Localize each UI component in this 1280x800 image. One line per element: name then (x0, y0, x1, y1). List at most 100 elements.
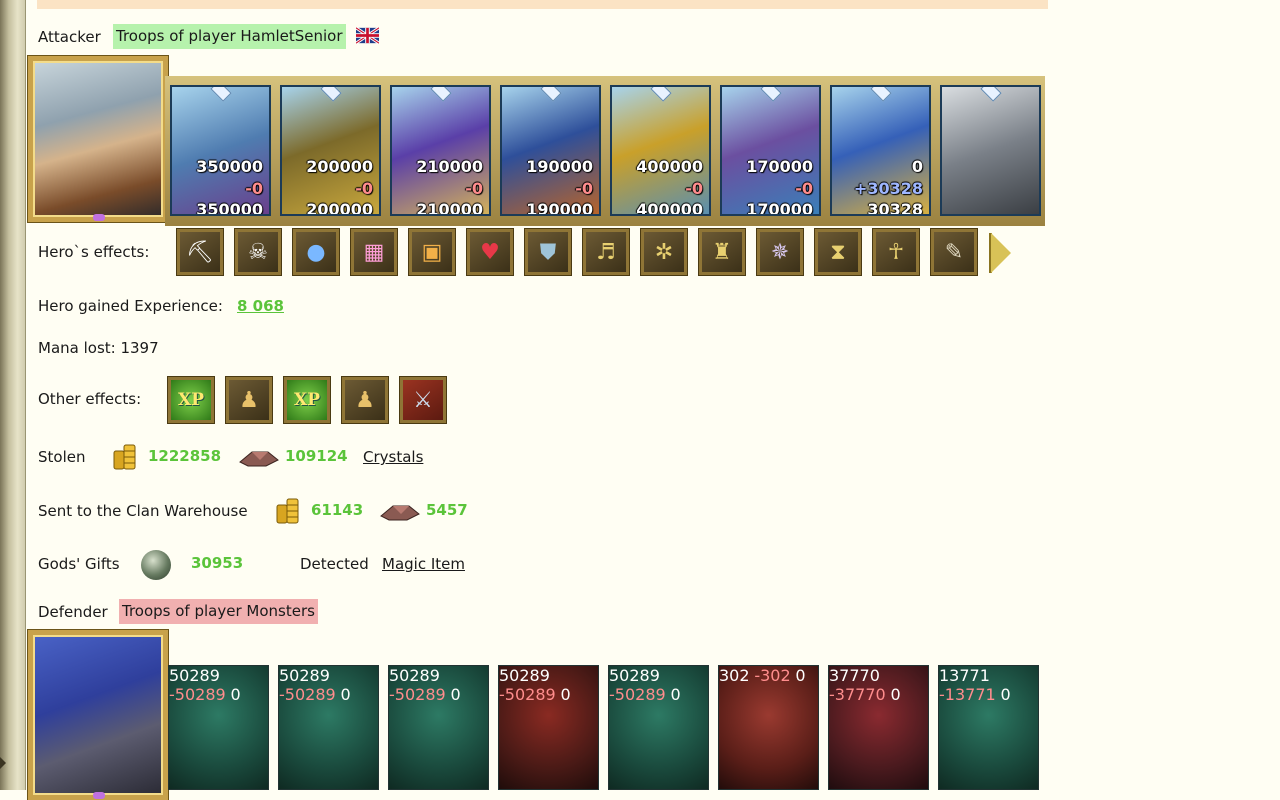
xp-boost-icon[interactable]: XP (167, 376, 215, 424)
golden-harp-icon[interactable]: ♬ (582, 228, 630, 276)
unit-count-after: 0 (795, 666, 806, 685)
attacker-unit-4[interactable]: 190000 -0 190000 (500, 85, 601, 216)
crest-icon (980, 87, 1002, 102)
blue-orb-icon[interactable]: ● (292, 228, 340, 276)
magic-item-link[interactable]: Magic Item (382, 555, 465, 573)
experience-label: Hero gained Experience: (38, 297, 223, 315)
defender-unit-3[interactable]: 50289 -50289 0 (388, 665, 489, 790)
shield-icon[interactable]: ⛊ (524, 228, 572, 276)
crest-icon (540, 87, 562, 102)
unit-count-before: 50289 (169, 666, 220, 685)
scroll-icon[interactable]: ✎ (930, 228, 978, 276)
unit-count-after: 0 (230, 685, 241, 704)
unit-count-lost: -50289 (279, 685, 336, 704)
unit-count-lost: -302 (754, 666, 791, 685)
unit-count-lost: -50289 (499, 685, 556, 704)
unit-count-before: 50289 (609, 666, 660, 685)
attacker-unit-6[interactable]: 170000 -0 170000 (720, 85, 821, 216)
defender-unit-4[interactable]: 50289 -50289 0 (498, 665, 599, 790)
hero-effects-label: Hero`s effects: (38, 243, 150, 261)
gold-icon (113, 444, 136, 470)
crystals-link[interactable]: Crystals (363, 448, 423, 466)
crest-icon (430, 87, 452, 102)
unit-count-after: 210000 (416, 200, 483, 216)
gold-bag-icon[interactable]: ♟ (341, 376, 389, 424)
unit-count-before: 200000 (306, 157, 373, 176)
spider-amulet-icon[interactable]: ✲ (640, 228, 688, 276)
left-frame (0, 0, 25, 790)
defender-unit-6[interactable]: 302 -302 0 (718, 665, 819, 790)
attacker-unit-1[interactable]: 350000 -0 350000 (170, 85, 271, 216)
unit-count-before: 37770 (829, 666, 880, 685)
wings-icon[interactable]: ✵ (756, 228, 804, 276)
other-effects-label: Other effects: (38, 390, 142, 408)
unit-count-after: 30328 (867, 200, 923, 216)
clan-gold-value: 61143 (311, 501, 364, 519)
unit-count-lost: -50289 (169, 685, 226, 704)
attacker-unit-2[interactable]: 200000 -0 200000 (280, 85, 381, 216)
unit-count-before: 50289 (279, 666, 330, 685)
attacker-unit-5[interactable]: 400000 -0 400000 (610, 85, 711, 216)
attacker-unit-3[interactable]: 210000 -0 210000 (390, 85, 491, 216)
unit-count-lost: -0 (795, 179, 813, 198)
unit-count-after: 200000 (306, 200, 373, 216)
xp-boost-icon[interactable]: XP (283, 376, 331, 424)
unit-count-lost: -13771 (939, 685, 996, 704)
defender-hero-portrait[interactable] (27, 629, 169, 800)
xp-text: XP (178, 390, 204, 410)
gold-cart-icon[interactable]: ⛏ (176, 228, 224, 276)
ankh-icon[interactable]: ☥ (872, 228, 920, 276)
defender-unit-2[interactable]: 50289 -50289 0 (278, 665, 379, 790)
skull-armor-icon[interactable]: ☠ (234, 228, 282, 276)
heart-icon[interactable]: ♥ (466, 228, 514, 276)
unit-count-before: 13771 (939, 666, 990, 685)
xp-text: XP (294, 390, 320, 410)
defender-unit-8[interactable]: 13771 -13771 0 (938, 665, 1039, 790)
crest-icon (760, 87, 782, 102)
next-arrow-icon[interactable] (991, 233, 1011, 273)
defender-troops-label[interactable]: Troops of player Monsters (119, 599, 318, 624)
unit-count-after: 170000 (746, 200, 813, 216)
attacker-hero-portrait[interactable] (27, 55, 169, 223)
unit-count-gained: +30328 (853, 179, 923, 198)
resize-arrow-icon[interactable] (0, 757, 6, 769)
defender-label: Defender (38, 603, 108, 621)
clan-warehouse-label: Sent to the Clan Warehouse (38, 502, 248, 520)
crystal-icon (239, 451, 279, 467)
gold-bag-icon[interactable]: ♟ (225, 376, 273, 424)
attacker-troops-label[interactable]: Troops of player HamletSenior (113, 24, 346, 49)
attacker-unit-7[interactable]: 0 +30328 30328 (830, 85, 931, 216)
unit-count-after: 350000 (196, 200, 263, 216)
crest-icon (870, 87, 892, 102)
unit-count-after: 0 (560, 685, 571, 704)
unit-count-after: 0 (1000, 685, 1011, 704)
hourglass-icon[interactable]: ⧗ (814, 228, 862, 276)
pink-chest-icon[interactable]: ▦ (350, 228, 398, 276)
defender-unit-1[interactable]: 50289 -50289 0 (168, 665, 269, 790)
unit-count-after: 0 (450, 685, 461, 704)
crystal-icon (380, 505, 420, 521)
treasure-chest-icon[interactable]: ▣ (408, 228, 456, 276)
unit-count-before: 50289 (389, 666, 440, 685)
unit-count-lost: -50289 (609, 685, 666, 704)
clan-crystals-value: 5457 (426, 501, 468, 519)
unit-count-lost: -50289 (389, 685, 446, 704)
top-banner (37, 0, 1048, 9)
unit-count-after: 0 (890, 685, 901, 704)
experience-value[interactable]: 8 068 (237, 297, 284, 315)
defender-unit-5[interactable]: 50289 -50289 0 (608, 665, 709, 790)
hero-gem-icon (93, 214, 105, 221)
armor-icon[interactable]: ♜ (698, 228, 746, 276)
stolen-gold-value: 1222858 (148, 447, 222, 465)
defender-unit-7[interactable]: 37770 -37770 0 (828, 665, 929, 790)
attacker-label: Attacker (38, 28, 101, 46)
sword-fist-icon[interactable]: ⚔ (399, 376, 447, 424)
unit-count-after: 0 (340, 685, 351, 704)
attacker-unit-8-locked[interactable] (940, 85, 1041, 216)
hero-gem-icon (93, 792, 105, 799)
unit-count-lost: -0 (465, 179, 483, 198)
left-frame-border (25, 0, 26, 790)
unit-count-before: 302 (719, 666, 750, 685)
unit-count-lost: -0 (575, 179, 593, 198)
unit-count-lost: -0 (685, 179, 703, 198)
